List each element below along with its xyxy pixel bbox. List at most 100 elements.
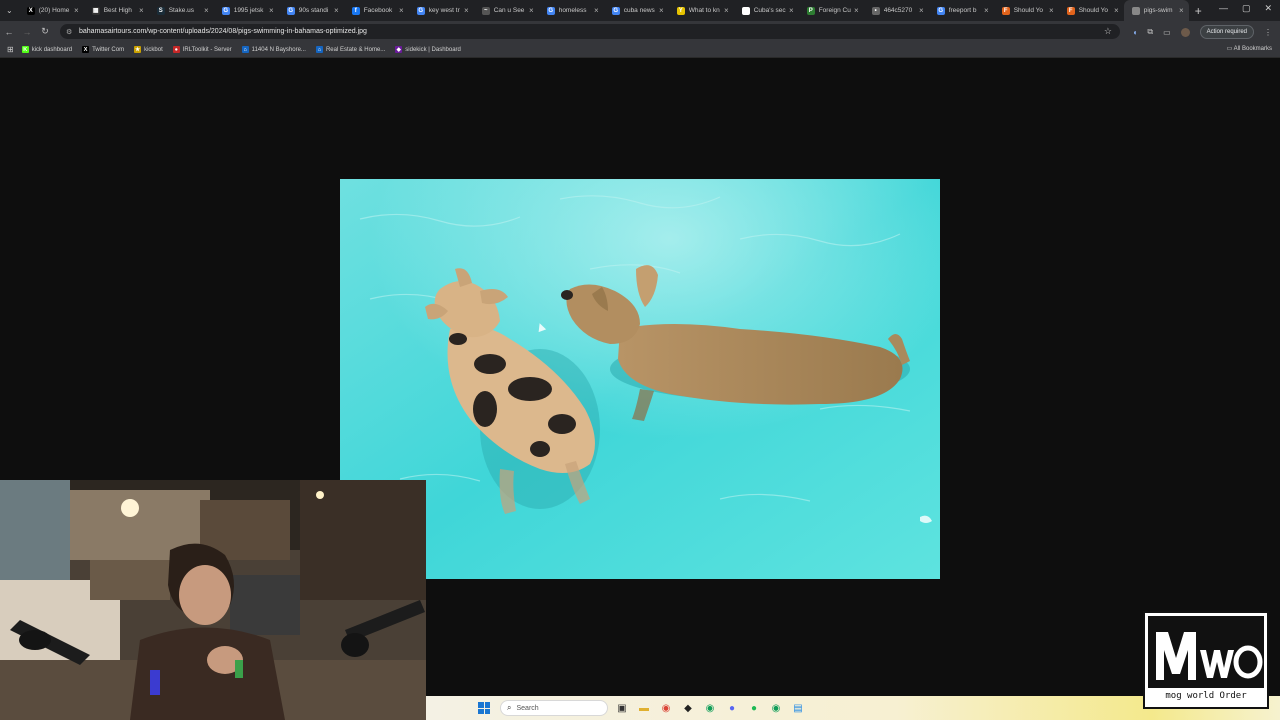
tab-search-icon[interactable]: ⌄ (6, 6, 13, 15)
browser-tab[interactable]: X (20) Home × (19, 0, 84, 21)
bookmark-label: 11404 N Bayshore... (251, 46, 306, 53)
menu-icon[interactable]: ⋮ (1264, 28, 1272, 37)
bookmark-label: IRLToolkit - Server (182, 46, 232, 53)
file-explorer-icon[interactable]: ▬ (636, 700, 652, 716)
browser-tab[interactable]: ▭ Cuba's sec × (734, 0, 799, 21)
tab-title: 1995 jetsk (233, 7, 264, 14)
all-bookmarks-label: All Bookmarks (1233, 46, 1272, 52)
address-bar[interactable]: ⚙ bahamasairtours.com/wp-content/uploads… (60, 24, 1120, 39)
apps-icon[interactable]: ⊞ (7, 45, 14, 54)
tab-favicon-icon: G (611, 6, 620, 15)
tab-close-icon[interactable]: × (854, 6, 859, 15)
tab-close-icon[interactable]: × (659, 6, 664, 15)
tab-close-icon[interactable]: × (984, 6, 989, 15)
url-text[interactable]: bahamasairtours.com/wp-content/uploads/2… (79, 28, 367, 35)
tab-favicon-icon: X (26, 6, 35, 15)
browser-tab[interactable]: G 1995 jetsk × (214, 0, 279, 21)
chrome-icon[interactable]: ◉ (658, 700, 674, 716)
browser-tab[interactable]: ▦ Best High × (84, 0, 149, 21)
tab-close-icon[interactable]: × (464, 6, 469, 15)
tab-close-icon[interactable]: × (204, 6, 209, 15)
bookmark-item[interactable]: X Twitter Com (82, 46, 124, 53)
tab-favicon-icon: • (871, 6, 880, 15)
tab-close-icon[interactable]: × (74, 6, 79, 15)
extensions-icon[interactable]: ⧉ (1147, 27, 1153, 37)
close-icon[interactable]: ✕ (1264, 3, 1272, 14)
mwo-caption: mog world Order (1165, 691, 1247, 701)
tab-title: 90s standi (298, 7, 329, 14)
taskbar-search-placeholder: Search (516, 704, 539, 712)
taskbar-search-box[interactable]: ⌕ Search (500, 700, 608, 716)
bookmark-star-icon[interactable]: ☆ (1104, 26, 1112, 37)
search-icon: ⌕ (507, 703, 512, 712)
browser-tab[interactable]: F Should Yo × (1059, 0, 1124, 21)
new-tab-button[interactable]: + (1195, 4, 1202, 18)
tab-close-icon[interactable]: × (919, 6, 924, 15)
browser-tab[interactable]: Ghomeless × (539, 0, 604, 21)
windows-start-icon[interactable] (478, 702, 490, 714)
notes-app-icon[interactable]: ▤ (790, 700, 806, 716)
bookmark-favicon-icon: ★ (134, 46, 142, 53)
discord-icon[interactable]: ● (724, 700, 740, 716)
site-info-icon[interactable]: ⚙ (66, 28, 74, 36)
tab-favicon-icon: G (546, 6, 555, 15)
bookmark-item[interactable]: Kkick dashboard (21, 46, 72, 53)
tab-close-icon[interactable]: × (139, 6, 144, 15)
tab-close-icon[interactable]: × (529, 6, 534, 15)
app-icon-dark[interactable]: ◆ (680, 700, 696, 716)
bookmark-item[interactable]: ● IRLToolkit - Server (172, 46, 232, 53)
media-icon[interactable]: ◖ (1133, 28, 1138, 37)
tab-strip: ⌄ X (20) Home × ▦ Best High × S Stake.us × G 1995 … (0, 0, 1280, 21)
profile-avatar-icon[interactable] (1180, 27, 1190, 37)
task-view-icon[interactable]: ▣ (614, 700, 630, 716)
bookmark-label: Real Estate & Home... (325, 46, 386, 53)
browser-tab[interactable]: G 90s standi × (279, 0, 344, 21)
tab-close-icon[interactable]: × (594, 6, 599, 15)
tab-close-icon[interactable]: × (1179, 6, 1184, 15)
bookmark-item[interactable]: ★ kickbot (134, 46, 163, 53)
webcam-overlay (0, 480, 426, 720)
tab-close-icon[interactable]: × (1114, 6, 1119, 15)
browser-tab[interactable]: Y What to kn × (669, 0, 734, 21)
spotify-icon[interactable]: ● (746, 700, 762, 716)
tab-close-icon[interactable]: × (334, 6, 339, 15)
bookmark-label: sidekick | Dashboard (405, 46, 461, 53)
bookmark-item[interactable]: ◆ sidekick | Dashboard (395, 46, 461, 53)
back-icon[interactable]: ← (0, 27, 18, 37)
tab-close-icon[interactable]: × (789, 6, 794, 15)
chrome-profile-icon[interactable]: ◉ (768, 700, 784, 716)
browser-tab[interactable]: pigs-swim × (1123, 0, 1189, 21)
minimize-icon[interactable]: — (1219, 3, 1228, 14)
tab-favicon-icon: Y (676, 6, 685, 15)
side-panel-icon[interactable]: ▭ (1163, 28, 1171, 37)
reload-icon[interactable]: ↻ (36, 26, 54, 37)
browser-tab[interactable]: F Should Yo × (994, 0, 1059, 21)
bookmark-item[interactable]: ⌂ 11404 N Bayshore... (241, 46, 306, 53)
bookmark-item[interactable]: ⌂ Real Estate & Home... (315, 46, 386, 53)
tab-title: cuba news (623, 7, 655, 14)
pigs-swimming-image[interactable] (340, 179, 940, 579)
browser-tab[interactable]: P Foreign Cu × (799, 0, 864, 21)
tab-title: Should Yo (1078, 7, 1108, 14)
tab-title: Can u See (493, 7, 525, 14)
tab-close-icon[interactable]: × (724, 6, 729, 15)
tab-favicon-icon: G (221, 6, 230, 15)
pigs-photo (340, 179, 940, 579)
tab-favicon-icon: G (936, 6, 945, 15)
forward-icon[interactable]: → (18, 27, 36, 37)
tab-close-icon[interactable]: × (399, 6, 404, 15)
browser-tab[interactable]: Gfreeport b × (929, 0, 994, 21)
tab-close-icon[interactable]: × (1049, 6, 1054, 15)
chrome-alt-icon[interactable]: ◉ (702, 700, 718, 716)
tab-title: Should Yo (1013, 7, 1043, 14)
maximize-icon[interactable]: ▢ (1242, 3, 1251, 14)
browser-tab[interactable]: • 464c5270 × (864, 0, 929, 21)
browser-tab[interactable]: Gkey west tr × (409, 0, 474, 21)
browser-tab[interactable]: S Stake.us × (149, 0, 214, 21)
browser-tab[interactable]: ~ Can u See × (474, 0, 539, 21)
browser-tab[interactable]: Gcuba news × (604, 0, 669, 21)
browser-tab[interactable]: f Facebook × (344, 0, 409, 21)
action-required-button[interactable]: Action required (1199, 25, 1254, 39)
all-bookmarks-button[interactable]: ▭ All Bookmarks (1227, 45, 1272, 52)
tab-close-icon[interactable]: × (269, 6, 274, 15)
